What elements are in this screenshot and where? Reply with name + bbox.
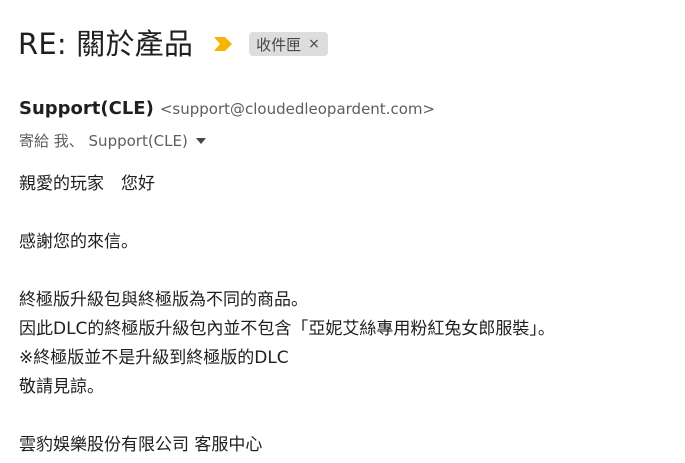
body-line: 敬請見諒。 — [19, 377, 104, 397]
email-body: 親愛的玩家 您好 感謝您的來信。 終極版升級包與終極版為不同的商品。 因此DLC… — [19, 170, 555, 460]
caret-down-icon[interactable] — [195, 137, 206, 144]
body-line: 雲豹娛樂股份有限公司 客服中心 — [19, 435, 263, 455]
remove-label-icon[interactable]: × — [308, 36, 320, 52]
body-line — [19, 402, 555, 431]
recipients-text: 寄給 我、 Support(CLE) — [19, 132, 188, 150]
recipients-row: 寄給 我、 Support(CLE) — [19, 130, 206, 151]
body-line: 終極版升級包與終極版為不同的商品。 — [19, 290, 308, 310]
body-line: 因此DLC的終極版升級包內並不包含「亞妮艾絲專用粉紅兔女郎服裝」。 — [19, 319, 555, 339]
body-line: 感謝您的來信。 — [19, 232, 138, 252]
body-line: 親愛的玩家 您好 — [19, 174, 155, 194]
subject-row: RE: 關於產品 收件匣 × — [18, 24, 328, 64]
sender-row: Support(CLE) <support@cloudedleopardent.… — [19, 98, 435, 119]
body-line — [19, 257, 555, 286]
body-line — [19, 199, 555, 228]
inbox-label-chip[interactable]: 收件匣 × — [249, 32, 328, 56]
importance-marker-icon[interactable] — [213, 36, 233, 52]
sender-email: <support@cloudedleopardent.com> — [159, 100, 436, 118]
sender-name[interactable]: Support(CLE) — [19, 98, 154, 119]
body-line: ※終極版並不是升級到終極版的DLC — [19, 348, 289, 368]
label-chip-text: 收件匣 — [256, 35, 302, 54]
email-subject: RE: 關於產品 — [18, 27, 194, 61]
